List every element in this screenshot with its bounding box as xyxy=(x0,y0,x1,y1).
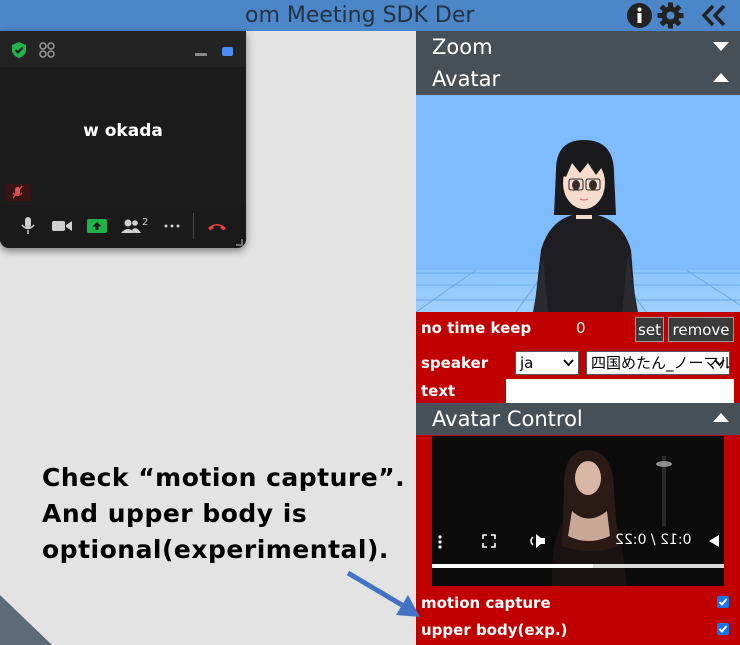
share-screen-icon[interactable] xyxy=(85,215,109,237)
video-time: 0:12 / 0:22 xyxy=(615,532,692,548)
avatar-control-header-label: Avatar Control xyxy=(432,407,583,431)
zoom-window-header xyxy=(0,31,246,67)
avatar-view[interactable] xyxy=(416,95,740,312)
avatar-control-section-header[interactable]: Avatar Control xyxy=(416,403,740,435)
info-icon[interactable] xyxy=(625,1,654,30)
window-title: om Meeting SDK Der xyxy=(245,3,475,28)
video-camera-icon[interactable] xyxy=(50,215,74,237)
speaker-language-value: ja xyxy=(520,354,534,372)
participant-count: 2 xyxy=(142,217,149,228)
caret-up-icon xyxy=(713,413,729,422)
fullscreen-icon[interactable] xyxy=(482,534,496,548)
avatar-header-label: Avatar xyxy=(432,67,501,91)
more-icon[interactable] xyxy=(160,215,184,237)
checkmark-icon xyxy=(718,598,728,606)
annotation-line-1: Check “motion capture”. xyxy=(42,463,406,492)
motion-capture-checkbox[interactable] xyxy=(717,596,729,608)
shield-check-icon[interactable] xyxy=(10,41,28,59)
chevron-down-icon xyxy=(714,359,725,367)
end-call-icon[interactable] xyxy=(205,215,229,237)
mic-icon[interactable] xyxy=(16,215,40,237)
set-button[interactable]: set xyxy=(635,317,664,342)
play-icon[interactable] xyxy=(708,534,720,548)
speaker-label: speaker xyxy=(421,354,489,372)
meeting-controls-bar: 2 xyxy=(0,205,246,248)
speaker-voice-value: 四国めたん_ノーマル xyxy=(591,354,730,372)
participants-icon[interactable] xyxy=(119,215,143,237)
zoom-section-header[interactable]: Zoom xyxy=(416,31,740,63)
motion-capture-label: motion capture xyxy=(421,594,551,612)
minimize-icon[interactable] xyxy=(195,53,207,56)
time-keep-label: no time keep xyxy=(421,319,532,337)
upper-body-checkbox[interactable] xyxy=(717,623,729,635)
checkmark-icon xyxy=(718,625,728,633)
avatar-character-image xyxy=(416,140,740,312)
motion-capture-video[interactable]: 0:12 / 0:22 xyxy=(432,436,724,586)
grid-view-icon[interactable] xyxy=(38,41,56,59)
title-bar: om Meeting SDK Der xyxy=(0,0,740,31)
upper-body-label: upper body(exp.) xyxy=(421,621,568,639)
double-chevron-left-icon[interactable] xyxy=(699,1,728,30)
text-label: text xyxy=(421,382,456,400)
annotation-text: Check “motion capture”. And upper body i… xyxy=(42,460,405,568)
caret-up-icon xyxy=(713,73,729,82)
controls-divider xyxy=(193,213,194,239)
video-progress-fill xyxy=(432,564,593,568)
annotation-arrow-icon xyxy=(346,570,420,617)
maximize-icon[interactable] xyxy=(222,47,233,56)
muted-mic-icon xyxy=(5,184,31,201)
speaker-voice-select[interactable]: 四国めたん_ノーマル xyxy=(586,351,730,375)
video-progress-bar[interactable] xyxy=(432,564,724,568)
participant-name: w okada xyxy=(83,121,163,141)
more-options-icon[interactable] xyxy=(436,534,444,550)
text-input[interactable] xyxy=(506,379,734,404)
annotation-line-2: And upper body is xyxy=(42,499,308,528)
corner-decoration xyxy=(0,595,52,645)
annotation-line-3: optional(experimental). xyxy=(42,535,389,564)
remove-button[interactable]: remove xyxy=(668,317,734,342)
time-keep-value: 0 xyxy=(576,319,586,337)
gear-icon[interactable] xyxy=(656,1,685,30)
zoom-meeting-window: w okada 2 xyxy=(0,31,246,248)
chevron-down-icon xyxy=(563,359,574,367)
speaker-language-select[interactable]: ja xyxy=(515,351,579,375)
avatar-section-header[interactable]: Avatar xyxy=(416,63,740,95)
volume-icon[interactable] xyxy=(528,532,546,550)
zoom-header-label: Zoom xyxy=(432,35,493,59)
caret-down-icon xyxy=(713,42,729,51)
resize-handle-icon[interactable] xyxy=(236,239,243,246)
